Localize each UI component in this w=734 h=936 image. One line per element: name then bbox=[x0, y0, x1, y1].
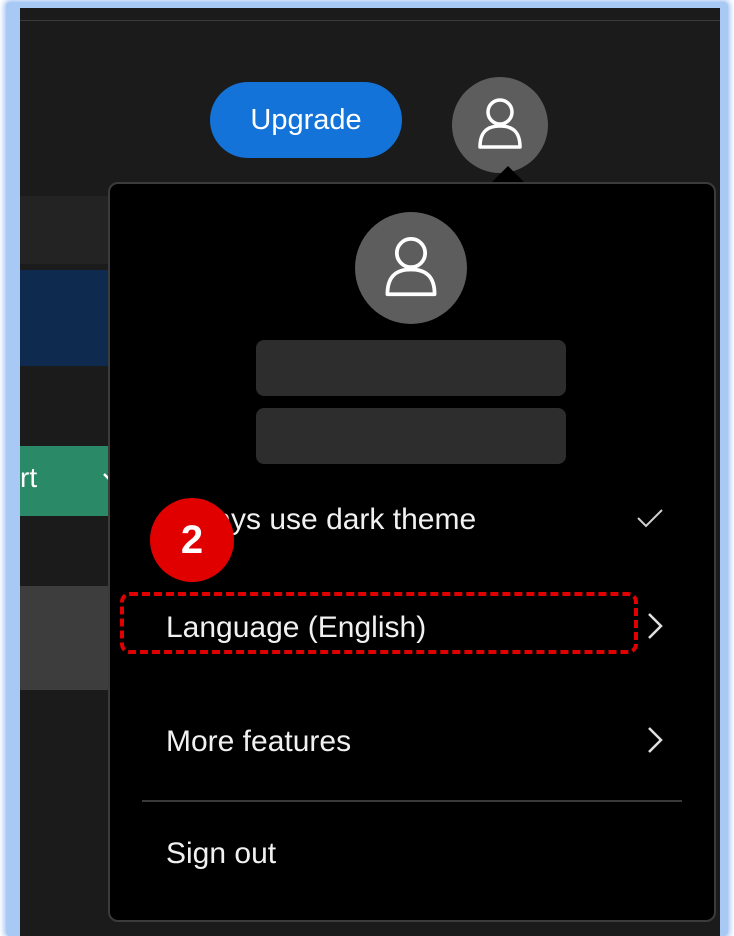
menu-item-sign-out[interactable]: Sign out bbox=[132, 814, 692, 894]
menu-item-more-features[interactable]: More features bbox=[132, 702, 692, 782]
menu-item-label: Sign out bbox=[166, 837, 277, 870]
person-icon bbox=[380, 233, 442, 304]
menu-item-label: Language (English) bbox=[166, 611, 427, 644]
checkmark-icon bbox=[636, 507, 664, 534]
menu-item-label: More features bbox=[166, 725, 352, 758]
background-button-label: rt bbox=[20, 462, 38, 493]
chevron-right-icon bbox=[646, 611, 664, 646]
account-button[interactable] bbox=[452, 77, 548, 173]
account-avatar bbox=[355, 212, 467, 324]
header-divider bbox=[20, 20, 720, 21]
person-icon bbox=[474, 95, 526, 156]
upgrade-button[interactable]: Upgrade bbox=[210, 82, 402, 158]
app-window: rt Upgrade Always use dark theme Languag… bbox=[20, 8, 720, 936]
step-badge: 2 bbox=[150, 498, 234, 582]
account-name-placeholder bbox=[256, 340, 566, 396]
menu-item-language[interactable]: Language (English) bbox=[132, 588, 692, 668]
account-email-placeholder bbox=[256, 408, 566, 464]
chevron-right-icon bbox=[646, 725, 664, 760]
menu-divider bbox=[142, 800, 682, 802]
